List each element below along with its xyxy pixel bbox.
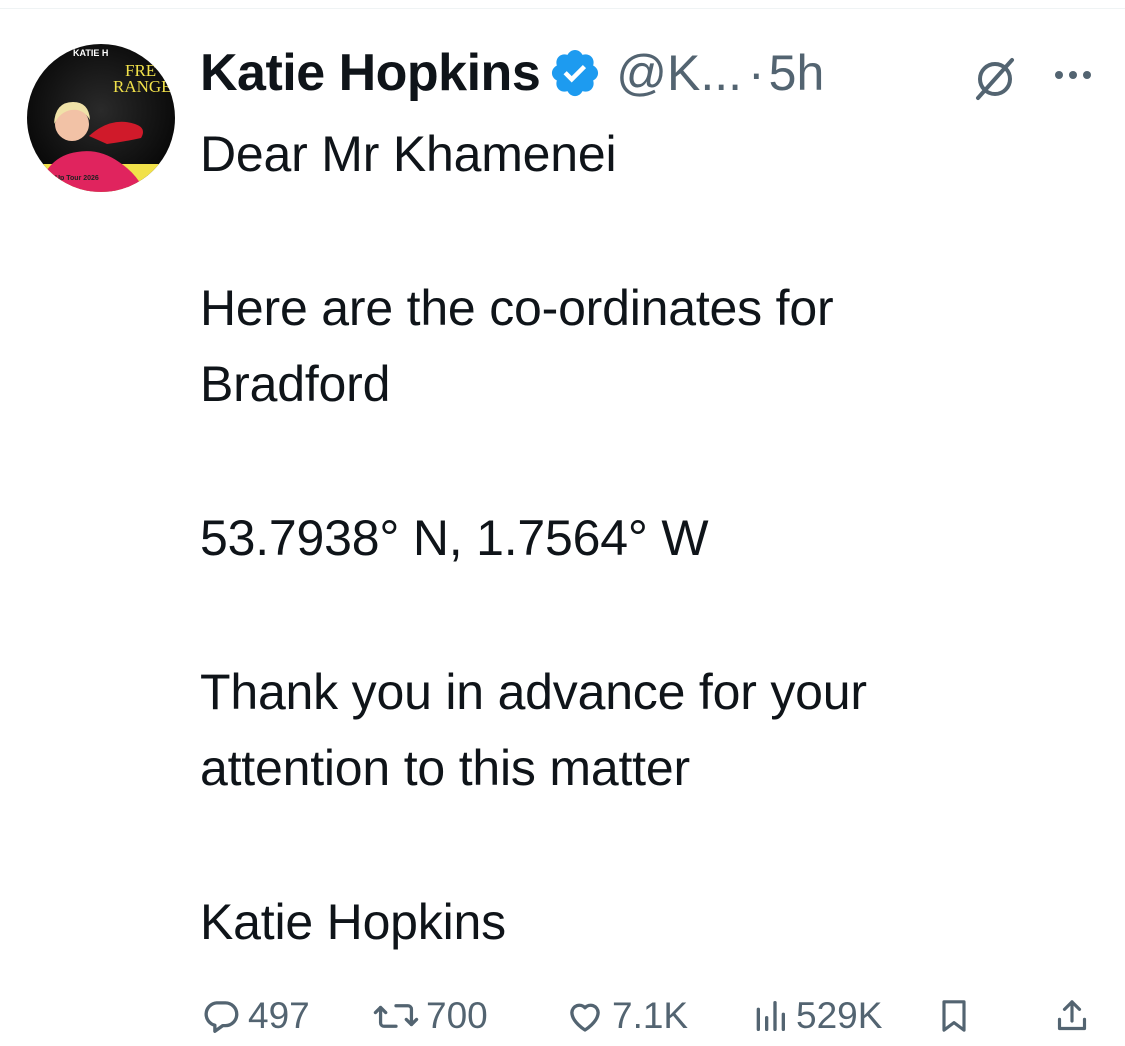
reply-button[interactable]: 497 bbox=[200, 988, 310, 1044]
like-button[interactable]: 7.1K bbox=[564, 988, 688, 1044]
like-icon bbox=[564, 995, 612, 1037]
views-count: 529K bbox=[796, 995, 883, 1036]
tweet-text-line: attention to this matter bbox=[200, 740, 690, 796]
views-icon bbox=[750, 995, 796, 1037]
like-count: 7.1K bbox=[612, 995, 689, 1036]
grok-icon[interactable] bbox=[968, 50, 1022, 104]
action-bar: 497 700 7.1K 529K bbox=[196, 988, 1096, 1044]
bookmark-button[interactable] bbox=[934, 988, 980, 1044]
coordinates-text: 53.7938° N, 1.7564° W bbox=[200, 510, 709, 566]
bookmark-icon bbox=[934, 994, 980, 1038]
tweet-text-line: Thank you in advance for your bbox=[200, 664, 867, 720]
reply-count: 497 bbox=[248, 995, 310, 1036]
share-button[interactable] bbox=[1052, 988, 1098, 1044]
avatar[interactable]: KATIE H FRE RANGE Up Tour 2026 bbox=[27, 44, 175, 192]
share-icon bbox=[1052, 994, 1098, 1038]
views-button[interactable]: 529K bbox=[750, 988, 882, 1044]
display-name[interactable]: Katie Hopkins bbox=[200, 43, 541, 103]
verified-badge-icon[interactable] bbox=[548, 46, 602, 100]
signature-text: Katie Hopkins bbox=[200, 894, 506, 950]
avatar-title-line2: RANGE bbox=[113, 77, 172, 96]
tweet-text-line: Dear Mr Khamenei bbox=[200, 126, 617, 182]
tweet[interactable]: KATIE H FRE RANGE Up Tour 2026 Katie Hop… bbox=[0, 0, 1125, 1046]
repost-button[interactable]: 700 bbox=[372, 988, 488, 1044]
avatar-arc-text: KATIE H bbox=[73, 48, 108, 58]
avatar-banner-text: Up Tour 2026 bbox=[55, 175, 99, 182]
reply-icon bbox=[200, 995, 248, 1037]
separator-dot: · bbox=[748, 45, 765, 101]
repost-icon bbox=[372, 995, 426, 1037]
tweet-text-line: Bradford bbox=[200, 356, 391, 412]
handle[interactable]: @K... bbox=[616, 44, 742, 102]
tweet-header: Katie Hopkins @K... · 5h bbox=[200, 38, 1105, 108]
more-icon[interactable] bbox=[1048, 50, 1098, 100]
repost-count: 700 bbox=[426, 995, 488, 1036]
tweet-text-line: Here are the co-ordinates for bbox=[200, 280, 834, 336]
timestamp[interactable]: 5h bbox=[769, 44, 825, 102]
